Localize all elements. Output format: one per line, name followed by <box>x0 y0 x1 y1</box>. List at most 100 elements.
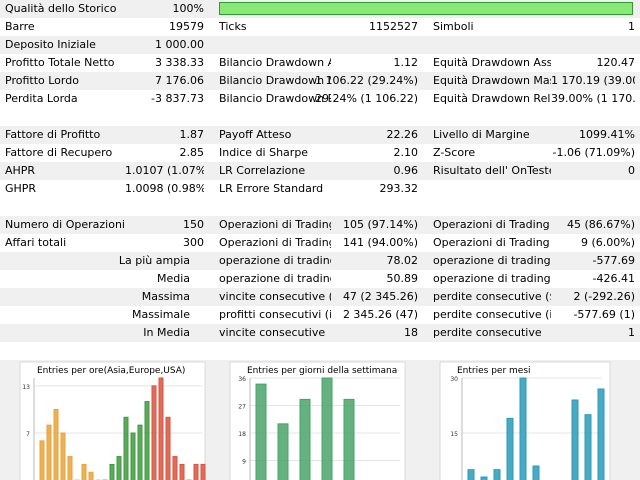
stat-value: 1 106.22 (29.24%) <box>314 74 418 87</box>
stat-value: -577.69 <box>592 254 635 267</box>
chart-bar <box>165 416 171 480</box>
stat-row: Fattore di Profitto 1.87 Payoff Atteso 22.2… <box>0 126 640 144</box>
stat-value: 19579 <box>169 20 204 33</box>
chart-bar <box>46 424 52 480</box>
stat-label: Profitto Lordo <box>5 74 79 87</box>
stat-value: 7 176.06 <box>155 74 204 87</box>
stat-label: Equità Drawdown Assol... <box>433 56 551 69</box>
chart-bar <box>179 463 185 480</box>
stat-value: 29.24% (1 106.22) <box>314 92 418 105</box>
quality-row: Qualità dello Storico 100% <box>0 0 640 18</box>
stat-value: 1 <box>628 326 635 339</box>
stat-row: Profitto Totale Netto 3 338.33 Bilancio Dr… <box>0 54 640 72</box>
chart-bar <box>123 416 129 480</box>
stat-value <box>551 180 635 198</box>
stat-row: GHPR 1.0098 (0.98%) LR Errore Standard 293.… <box>0 180 640 198</box>
stat-value: -577.69 (1) <box>573 308 635 321</box>
stat-label: Profitto Totale Netto <box>5 56 115 69</box>
quality-label: Qualità dello Storico <box>5 2 117 15</box>
stat-label: Affari totali <box>5 236 67 249</box>
stat-value: 78.02 <box>386 254 419 267</box>
stat-row: Fattore di Recupero 2.85 Indice di Sharpe 2… <box>0 144 640 162</box>
stat-row: Mediaoperazione di trading in ...50.89op… <box>0 270 640 288</box>
stat-value: 0 <box>628 164 635 177</box>
stat-value: 18 <box>404 326 418 339</box>
chart-bar <box>81 463 87 480</box>
chart-bar <box>277 423 289 480</box>
chart-bar <box>151 385 157 480</box>
chart-bar <box>532 465 540 480</box>
y-tick-label: 18 <box>238 431 246 438</box>
stat-label: Deposito Iniziale <box>5 38 96 51</box>
stat-value: 47 (2 345.26) <box>342 290 418 303</box>
y-tick-label: 27 <box>238 404 246 411</box>
chart-bar <box>130 432 136 480</box>
stats-block-general: Barre 19579 Ticks 1152527 Simboli 1 Deposito I… <box>0 18 640 108</box>
stat-value: -1.06 (71.09%) <box>552 146 635 159</box>
stat-value: 1 170.19 (39.00%) <box>551 74 635 87</box>
stat-value: 2.85 <box>179 146 205 159</box>
stat-value: 141 (94.00%) <box>342 236 418 249</box>
stats-block-trade-details: La più ampia operazione di trading in ...… <box>0 252 640 342</box>
stat-value: 120.47 <box>596 56 636 69</box>
stat-label: Livello di Margine <box>433 128 530 141</box>
stat-label: Fattore di Recupero <box>5 146 113 159</box>
stat-label: perdite consecutive ($) <box>433 290 551 303</box>
chart-bar <box>137 424 143 480</box>
stat-label: perdite consecutive <box>433 326 542 339</box>
stat-row: Massimavincite consecutive ($)47 (2 345.… <box>0 288 640 306</box>
stat-row: Profitto Lordo 7 176.06 Bilancio Drawdown … <box>0 72 640 90</box>
stat-value: 39.00% (1 170.19) <box>551 92 635 105</box>
stat-value: 2 345.26 (47) <box>342 308 418 321</box>
chart-bar <box>519 377 527 480</box>
stat-label: Fattore di Profitto <box>5 128 101 141</box>
stat-value: 150 <box>183 218 204 231</box>
stat-value: 1.87 <box>179 128 205 141</box>
stat-label: Operazioni di Trading in ... <box>433 236 551 249</box>
chart-bar <box>255 383 267 480</box>
stat-value <box>551 36 635 54</box>
stat-row: Massimaleprofitti consecutivi (il nu...2… <box>0 306 640 324</box>
stat-value: 105 (97.14%) <box>342 218 418 231</box>
stat-value: 3 338.33 <box>155 56 204 69</box>
y-tick-label: 15 <box>450 431 458 438</box>
chart-bar <box>88 471 94 480</box>
stat-row: AHPR 1.0107 (1.07%) LR Correlazione 0.96 Ris… <box>0 162 640 180</box>
stat-label: Equità Drawdown Massi... <box>433 74 551 87</box>
stat-sublabel: In Media <box>143 326 190 339</box>
stat-label: Equità Drawdown Relativa <box>433 92 551 105</box>
stat-label: Perdita Lorda <box>5 92 78 105</box>
stat-value: 9 (6.00%) <box>580 236 635 249</box>
chart-bar <box>109 463 115 480</box>
chart-bar <box>67 456 73 480</box>
stat-row: Numero di Operazioni d... 150 Operazioni d… <box>0 216 640 234</box>
charts-area: Entries per ore(Asia,Europe,USA) 13 7 Entri… <box>0 360 640 480</box>
stat-value: 1 <box>628 20 635 33</box>
chart-title: Entries per mesi <box>457 366 531 376</box>
chart-bar <box>467 469 475 480</box>
stat-row: In Media vincite consecutive 18 perdite con… <box>0 324 640 342</box>
chart-bar <box>597 388 605 480</box>
stat-row: La più ampia operazione di trading in ...… <box>0 252 640 270</box>
chart-bar <box>144 401 150 480</box>
stat-value: 2.10 <box>393 146 419 159</box>
stat-value: 293.32 <box>379 182 419 195</box>
stat-value: 22.26 <box>386 128 419 141</box>
backtest-report: Qualità dello Storico 100% Barre 19579 Tic… <box>0 0 640 342</box>
stat-label: Z-Score <box>433 146 476 159</box>
stat-value: 1099.41% <box>579 128 635 141</box>
stat-value: 50.89 <box>386 272 419 285</box>
stats-block-ratios: Fattore di Profitto 1.87 Payoff Atteso 22.2… <box>0 126 640 198</box>
stat-row: Deposito Iniziale 1 000.00 <box>0 36 640 54</box>
stat-value: 1.0107 (1.07%) <box>125 164 204 177</box>
stat-sublabel: Massima <box>141 290 190 303</box>
stat-label: AHPR <box>5 164 36 177</box>
stat-value: 1.12 <box>393 56 419 69</box>
chart-bar <box>343 398 355 480</box>
chart-bar <box>584 414 592 480</box>
chart-bar <box>200 463 206 480</box>
stat-label <box>433 36 551 54</box>
stat-value: 45 (86.67%) <box>566 218 635 231</box>
stat-value: -3 837.73 <box>151 92 204 105</box>
